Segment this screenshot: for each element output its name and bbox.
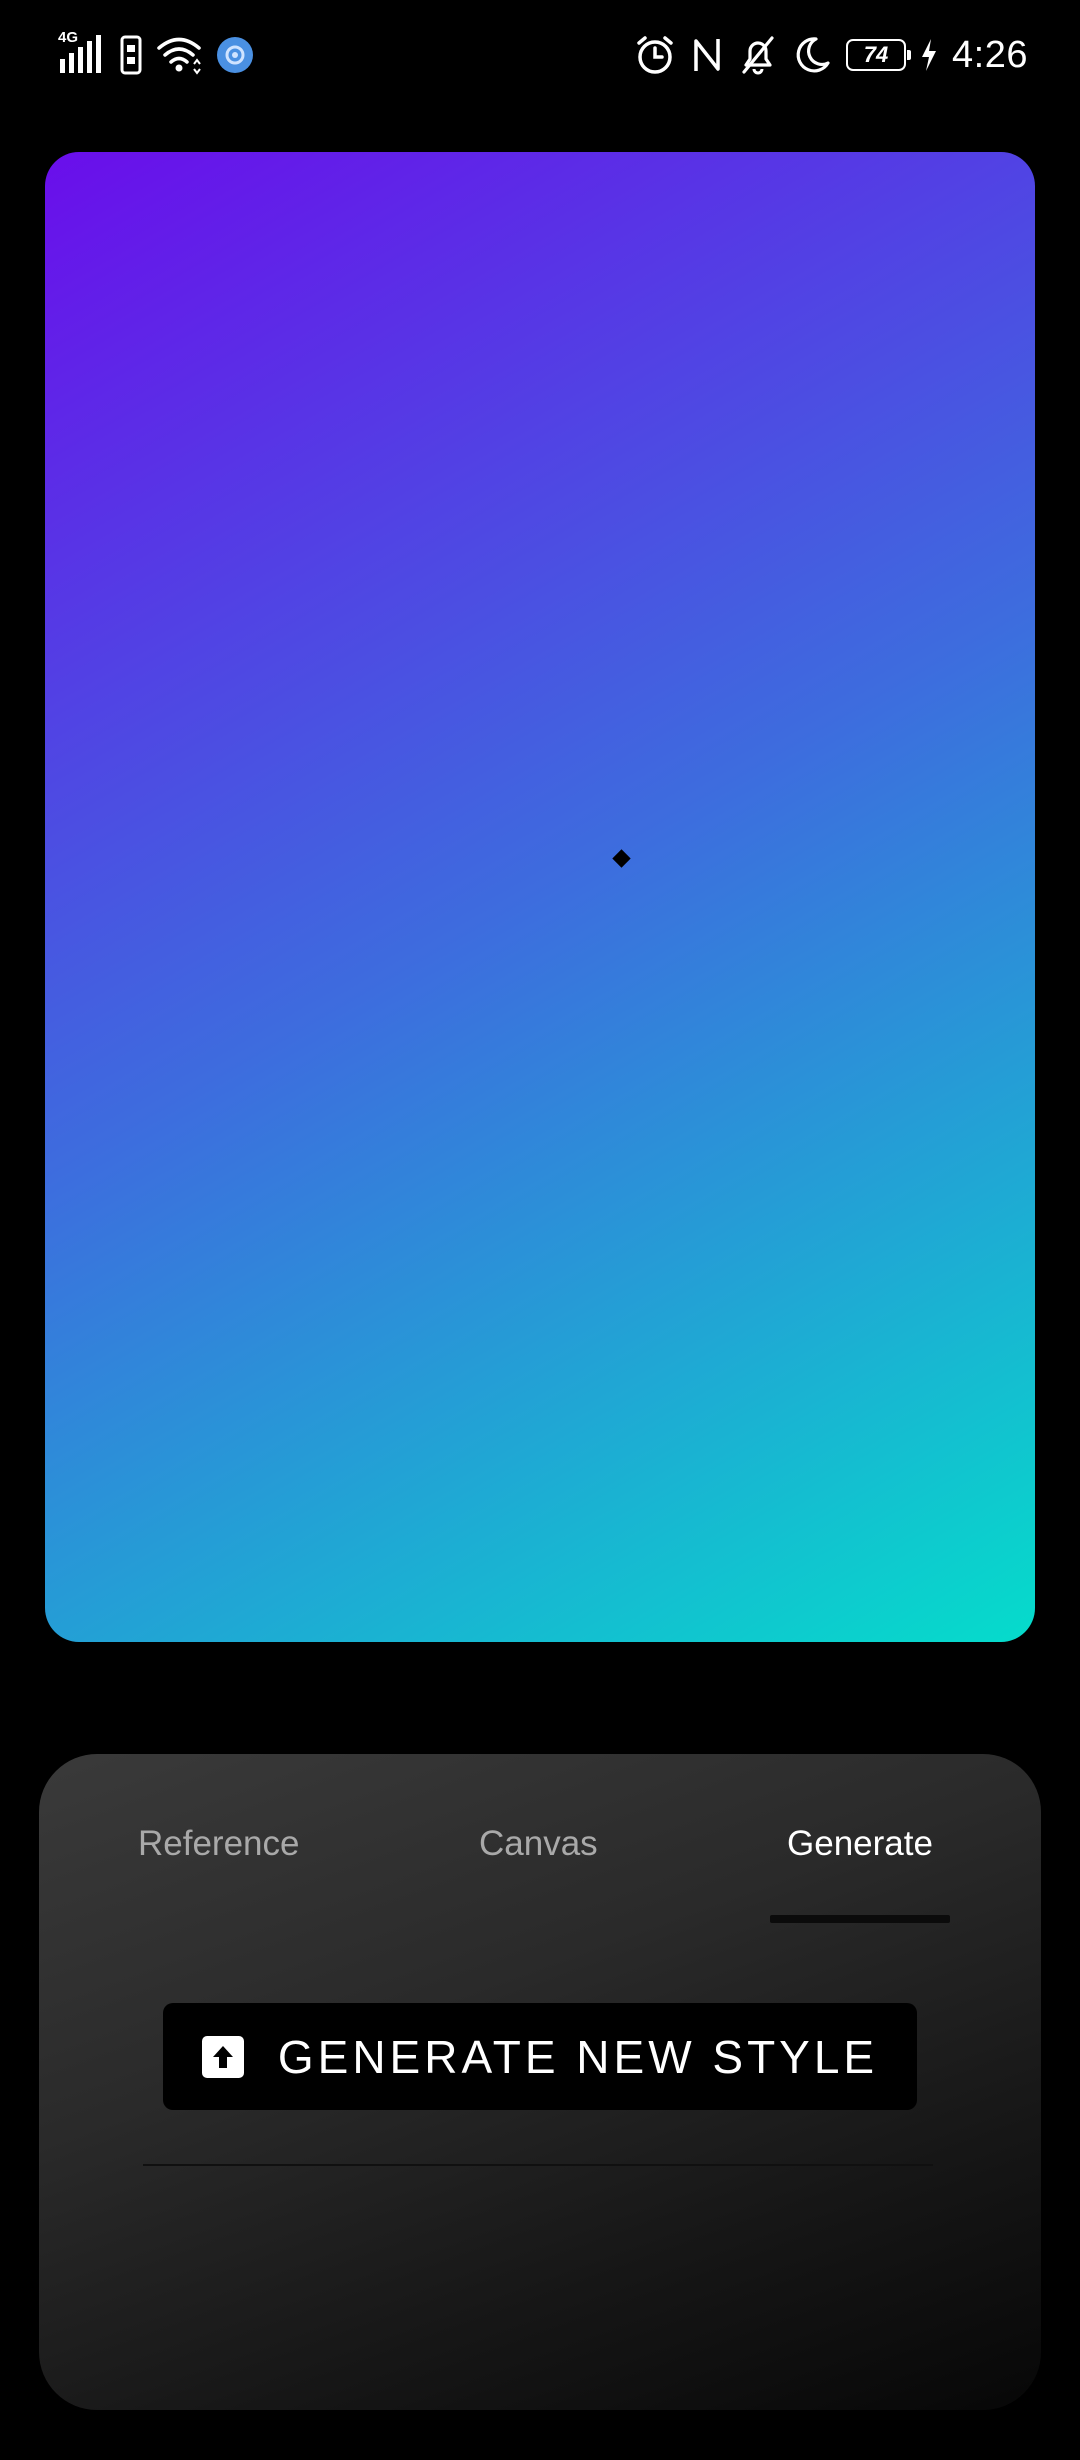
tab-bar: Reference Canvas Generate — [39, 1754, 1041, 1934]
tab-generate[interactable]: Generate — [787, 1824, 933, 1864]
status-right: 74 4:26 — [634, 30, 1028, 80]
wifi-icon — [156, 35, 202, 75]
battery-icon: 74 — [846, 39, 912, 71]
network-type: 4G — [58, 29, 79, 46]
nfc-icon — [690, 35, 724, 75]
alarm-icon — [634, 34, 676, 76]
control-panel: Reference Canvas Generate GENERATE NEW S… — [39, 1754, 1041, 2410]
generate-button-label: GENERATE NEW STYLE — [277, 2030, 879, 2083]
sim-icon — [120, 35, 142, 75]
generate-new-style-button[interactable]: GENERATE NEW STYLE — [163, 2003, 917, 2110]
divider — [143, 2164, 933, 2166]
tab-reference[interactable]: Reference — [138, 1824, 299, 1864]
clock: 4:26 — [952, 33, 1028, 76]
mute-icon — [738, 34, 778, 76]
battery-level: 74 — [863, 42, 889, 67]
charging-icon — [920, 38, 938, 72]
style-preview-card[interactable] — [45, 152, 1035, 1642]
vpn-icon — [216, 36, 254, 74]
tab-canvas[interactable]: Canvas — [479, 1824, 598, 1864]
do-not-disturb-icon — [792, 35, 832, 75]
gradient-preview — [45, 152, 1035, 1642]
signal-icon: 4G — [56, 29, 106, 77]
status-left: 4G — [56, 29, 254, 80]
active-tab-indicator — [770, 1915, 950, 1923]
status-bar: 4G 74 4:26 — [0, 0, 1080, 110]
upload-icon — [201, 2035, 244, 2078]
